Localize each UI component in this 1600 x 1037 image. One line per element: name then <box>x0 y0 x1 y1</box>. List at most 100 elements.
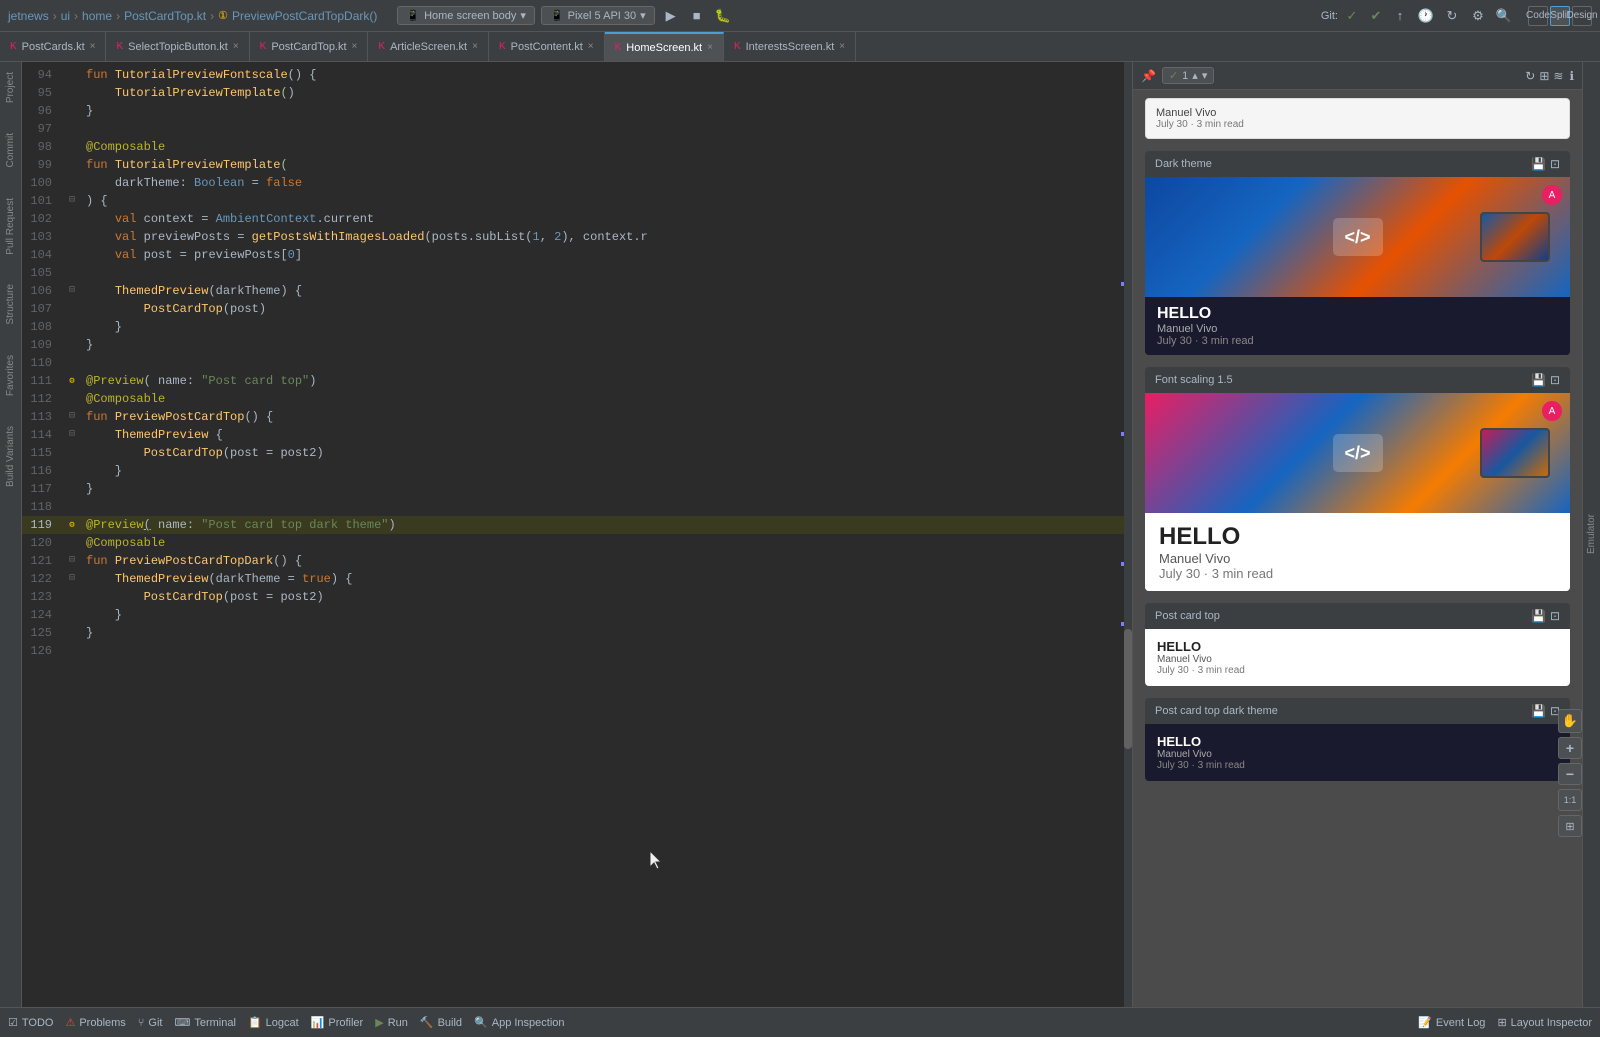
git-status-button[interactable]: ⑂ Git <box>138 1017 163 1029</box>
hand-tool-button[interactable]: ✋ <box>1558 709 1582 733</box>
tab-postcards[interactable]: K PostCards.kt × <box>0 32 106 61</box>
problems-button[interactable]: ⚠ Problems <box>65 1016 125 1029</box>
emulator-label[interactable]: Emulator <box>1586 514 1597 554</box>
structure-label[interactable]: Structure <box>5 284 16 325</box>
line-num-99: 99 <box>22 156 62 174</box>
code-line-113: 113 ⊟ fun PreviewPostCardTop() { <box>22 408 1132 426</box>
fold-icon-122[interactable]: ⊟ <box>69 570 75 588</box>
line-content-114: ThemedPreview { <box>82 426 1132 444</box>
search-icon[interactable]: 🔍 <box>1494 6 1514 26</box>
top-bar: jetnews › ui › home › PostCardTop.kt › ①… <box>0 0 1600 32</box>
zoom-out-button[interactable]: − <box>1558 763 1582 785</box>
preview-gear-icon-111[interactable]: ⚙ <box>69 372 74 390</box>
app-inspection-button[interactable]: 🔍 App Inspection <box>474 1016 564 1029</box>
todo-button[interactable]: ☑ TODO <box>8 1016 53 1029</box>
stop-button[interactable]: ■ <box>687 6 707 26</box>
build-variants-label[interactable]: Build Variants <box>5 426 16 487</box>
run-button[interactable]: ▶ <box>661 6 681 26</box>
save-icon-top[interactable]: 💾 <box>1531 609 1546 623</box>
git-checkmark-icon[interactable]: ✓ <box>1342 6 1362 26</box>
refresh-icon[interactable]: ↻ <box>1442 6 1462 26</box>
refresh-preview-icon[interactable]: ↻ <box>1525 69 1535 83</box>
fold-icon-121[interactable]: ⊟ <box>69 552 75 570</box>
save-icon-top-dark[interactable]: 💾 <box>1531 704 1546 718</box>
tab-postcardtop[interactable]: K PostCardTop.kt × <box>250 32 369 61</box>
info-icon[interactable]: ℹ <box>1569 69 1574 83</box>
tab-interestsscreen[interactable]: K InterestsScreen.kt × <box>724 32 856 61</box>
fold-icon-101[interactable]: ⊟ <box>69 192 75 210</box>
zoom-in-button[interactable]: + <box>1558 737 1582 759</box>
breadcrumb-file[interactable]: PostCardTop.kt <box>124 9 206 23</box>
event-log-icon: 📝 <box>1418 1016 1432 1029</box>
line-num-101: 101 <box>22 192 62 210</box>
clock-icon[interactable]: 🕐 <box>1416 6 1436 26</box>
tab-articlescreen[interactable]: K ArticleScreen.kt × <box>368 32 489 61</box>
layout-inspector-button[interactable]: ⊞ Layout Inspector <box>1497 1016 1592 1029</box>
preview-content[interactable]: Manuel Vivo July 30 · 3 min read Dark th… <box>1133 90 1582 1007</box>
layers-icon[interactable]: ≋ <box>1553 69 1563 83</box>
preview-count-button[interactable]: ✓ 1 ▴ ▾ <box>1162 67 1214 84</box>
tab-articlescreen-close[interactable]: × <box>472 41 478 52</box>
logcat-button[interactable]: 📋 Logcat <box>248 1016 299 1029</box>
tab-selecttopic[interactable]: K SelectTopicButton.kt × <box>106 32 249 61</box>
tab-postcardtop-close[interactable]: × <box>352 41 358 52</box>
run-status-button[interactable]: ▶ Run <box>375 1016 408 1029</box>
breadcrumb-module[interactable]: ui <box>61 9 70 23</box>
save-icon-dark[interactable]: 💾 <box>1531 157 1546 171</box>
preview-gear-icon-119[interactable]: ⚙ <box>69 516 74 534</box>
tab-postcontent-close[interactable]: × <box>588 41 594 52</box>
line-num-109: 109 <box>22 336 62 354</box>
editor-scrollbar[interactable] <box>1124 62 1132 1007</box>
profiler-button[interactable]: 📊 Profiler <box>311 1016 364 1029</box>
editor-scrollbar-thumb[interactable] <box>1124 629 1132 749</box>
terminal-button[interactable]: ⌨ Terminal <box>174 1016 235 1029</box>
tab-homescreen[interactable]: K HomeScreen.kt × <box>605 32 724 61</box>
code-view-label: Code <box>1526 10 1550 21</box>
settings-icon[interactable]: ⚙ <box>1468 6 1488 26</box>
git-arrow-up-icon[interactable]: ↑ <box>1390 6 1410 26</box>
editor-content[interactable]: 94 fun TutorialPreviewFontscale() { 95 T… <box>22 62 1132 1007</box>
code-view-button[interactable]: Code <box>1528 6 1548 26</box>
breadcrumb-annotation[interactable]: PreviewPostCardTopDark() <box>232 9 377 23</box>
ratio-button[interactable]: 1:1 <box>1558 789 1582 811</box>
tab-postcontent[interactable]: K PostContent.kt × <box>489 32 605 61</box>
grid-icon[interactable]: ⊞ <box>1539 69 1549 83</box>
event-log-button[interactable]: 📝 Event Log <box>1418 1016 1485 1029</box>
breadcrumb-sep2: › <box>74 9 78 23</box>
breadcrumb-home[interactable]: home <box>82 9 112 23</box>
code-line-95: 95 TutorialPreviewTemplate() <box>22 84 1132 102</box>
fit-button[interactable]: ⊞ <box>1558 815 1582 837</box>
pin-icon[interactable]: 📌 <box>1141 69 1156 83</box>
design-view-button[interactable]: Design <box>1572 6 1592 26</box>
pull-label[interactable]: Pull Request <box>5 198 16 255</box>
tab-interestsscreen-close[interactable]: × <box>839 41 845 52</box>
fold-icon-113[interactable]: ⊟ <box>69 408 75 426</box>
preview-card-font-scaling: Font scaling 1.5 💾 ⊡ </> A <box>1145 367 1570 591</box>
project-label[interactable]: Project <box>5 72 16 103</box>
expand-icon-font[interactable]: ⊡ <box>1550 373 1560 387</box>
breadcrumb-project[interactable]: jetnews <box>8 9 49 23</box>
git-tick-icon[interactable]: ✔ <box>1366 6 1386 26</box>
chevron-down-icon-preview: ▾ <box>1202 69 1208 82</box>
expand-icon-top[interactable]: ⊡ <box>1550 609 1560 623</box>
preview-dropdown[interactable]: 📱 Home screen body ▾ <box>397 6 535 25</box>
device-dropdown[interactable]: 📱 Pixel 5 API 30 ▾ <box>541 6 655 25</box>
build-button[interactable]: 🔨 Build <box>420 1016 462 1029</box>
line-num-95: 95 <box>22 84 62 102</box>
fold-icon-106[interactable]: ⊟ <box>69 282 75 300</box>
tab-postcards-close[interactable]: × <box>90 41 96 52</box>
favorites-label[interactable]: Favorites <box>5 355 16 396</box>
save-icon-font[interactable]: 💾 <box>1531 373 1546 387</box>
kt-icon: K <box>10 41 17 52</box>
debug-button[interactable]: 🐛 <box>713 6 733 26</box>
post-top-text-author: Manuel Vivo <box>1157 654 1558 665</box>
line-num-120: 120 <box>22 534 62 552</box>
tab-selecttopic-close[interactable]: × <box>233 41 239 52</box>
code-line-116: 116 } <box>22 462 1132 480</box>
commit-label[interactable]: Commit <box>5 133 16 167</box>
expand-icon-dark[interactable]: ⊡ <box>1550 157 1560 171</box>
fold-icon-114[interactable]: ⊟ <box>69 426 75 444</box>
breadcrumb-sep4: › <box>210 9 214 23</box>
todo-icon: ☑ <box>8 1016 18 1029</box>
tab-homescreen-close[interactable]: × <box>707 42 713 53</box>
